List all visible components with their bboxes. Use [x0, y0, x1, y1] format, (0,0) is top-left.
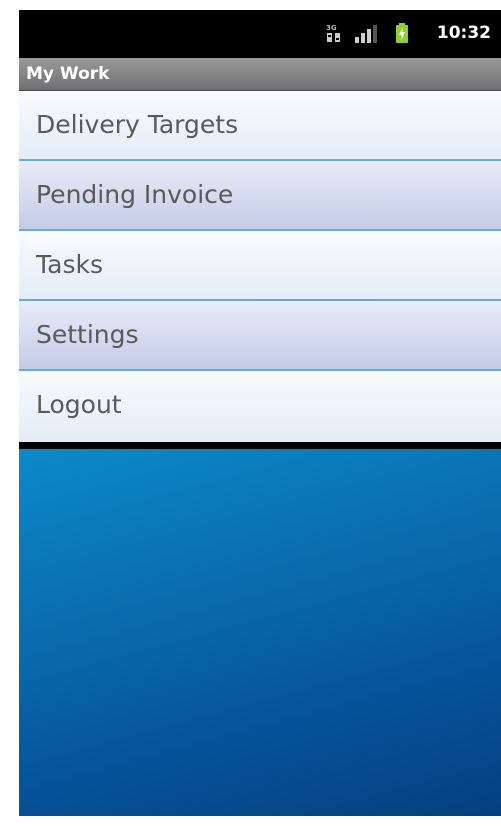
app-title: My Work — [26, 64, 110, 84]
background-panel — [19, 449, 501, 816]
menu-item-label: Pending Invoice — [36, 180, 234, 209]
menu-item-tasks[interactable]: Tasks — [19, 231, 501, 301]
device-frame: 3G 10:32 My Work Delivery Targets Pendin… — [0, 0, 501, 826]
menu-item-label: Logout — [36, 390, 122, 419]
menu-item-settings[interactable]: Settings — [19, 301, 501, 371]
battery-charging-icon — [396, 23, 408, 43]
menu-item-label: Settings — [36, 320, 139, 349]
status-time: 10:32 — [436, 23, 491, 43]
menu-item-logout[interactable]: Logout — [19, 371, 501, 442]
data-transfer-icon: 3G — [326, 24, 340, 42]
signal-strength-icon — [355, 25, 377, 43]
svg-text:3G: 3G — [326, 24, 337, 32]
menu-item-pending-invoice[interactable]: Pending Invoice — [19, 161, 501, 231]
title-bar: My Work — [19, 58, 501, 91]
menu-item-label: Tasks — [36, 250, 103, 279]
phone-screen: 3G 10:32 My Work Delivery Targets Pendin… — [19, 10, 501, 816]
menu-item-label: Delivery Targets — [36, 110, 239, 139]
menu-list: Delivery Targets Pending Invoice Tasks S… — [19, 91, 501, 442]
menu-item-delivery-targets[interactable]: Delivery Targets — [19, 91, 501, 161]
status-bar: 3G 10:32 — [19, 10, 501, 58]
